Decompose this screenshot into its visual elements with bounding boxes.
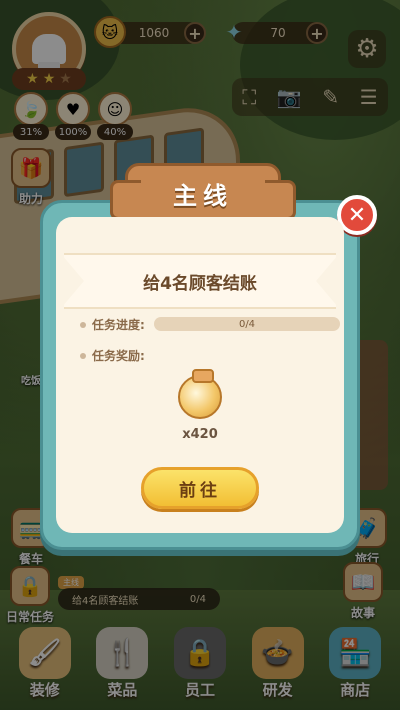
- reward-amount: x420: [182, 427, 218, 442]
- task-description: 给4名顾客结账: [143, 273, 257, 294]
- progress-value: 0/4: [238, 318, 256, 330]
- reward-item: x420: [178, 369, 222, 442]
- dialog-title-plaque: 主线: [110, 163, 296, 223]
- main-quest-dialog: 主线 ✕ 给4名顾客结账 任务进度: 0/4 任务奖励: x420 前往: [40, 163, 377, 550]
- progress-row-label: 任务进度:: [80, 316, 145, 333]
- dialog-body: 给4名顾客结账 任务进度: 0/4 任务奖励: x420 前往: [56, 217, 344, 533]
- dialog-title: 主线: [173, 181, 233, 210]
- honey-jar-icon: [178, 369, 222, 419]
- task-progress-bar: 0/4: [154, 317, 340, 331]
- task-ribbon: 给4名顾客结账: [64, 253, 336, 309]
- go-button[interactable]: 前往: [141, 467, 259, 509]
- reward-row-label: 任务奖励:: [80, 347, 145, 364]
- close-icon: ✕: [347, 202, 367, 228]
